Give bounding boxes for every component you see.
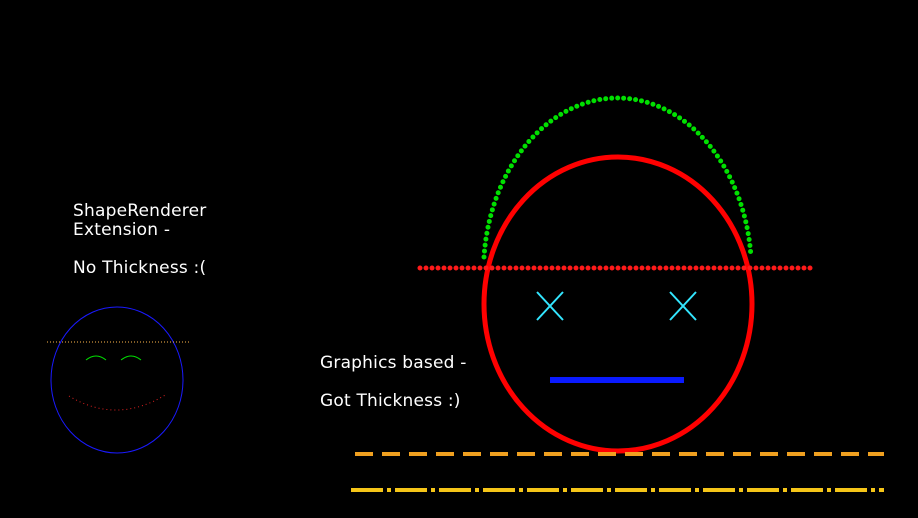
graphics-title: Graphics based -: [320, 353, 467, 373]
thin-mouth-dotted: [68, 393, 168, 411]
shaperenderer-note: No Thickness :(: [73, 258, 207, 278]
shaperenderer-title-line-2: Extension -: [73, 220, 171, 240]
hat-dome-dotted: [481, 95, 754, 260]
shaperenderer-title-line-1: ShapeRenderer: [73, 201, 207, 221]
thin-left-eye-arc: [85, 355, 107, 361]
left-eye-cross: [536, 291, 564, 321]
right-eye-cross: [669, 291, 697, 321]
thin-right-eye-arc: [120, 355, 142, 361]
graphics-note: Got Thickness :): [320, 391, 461, 411]
thick-face-outline: [481, 154, 755, 454]
thin-face-outline: [50, 306, 184, 454]
thick-smiley: [417, 95, 819, 454]
thin-smiley: [47, 306, 191, 454]
